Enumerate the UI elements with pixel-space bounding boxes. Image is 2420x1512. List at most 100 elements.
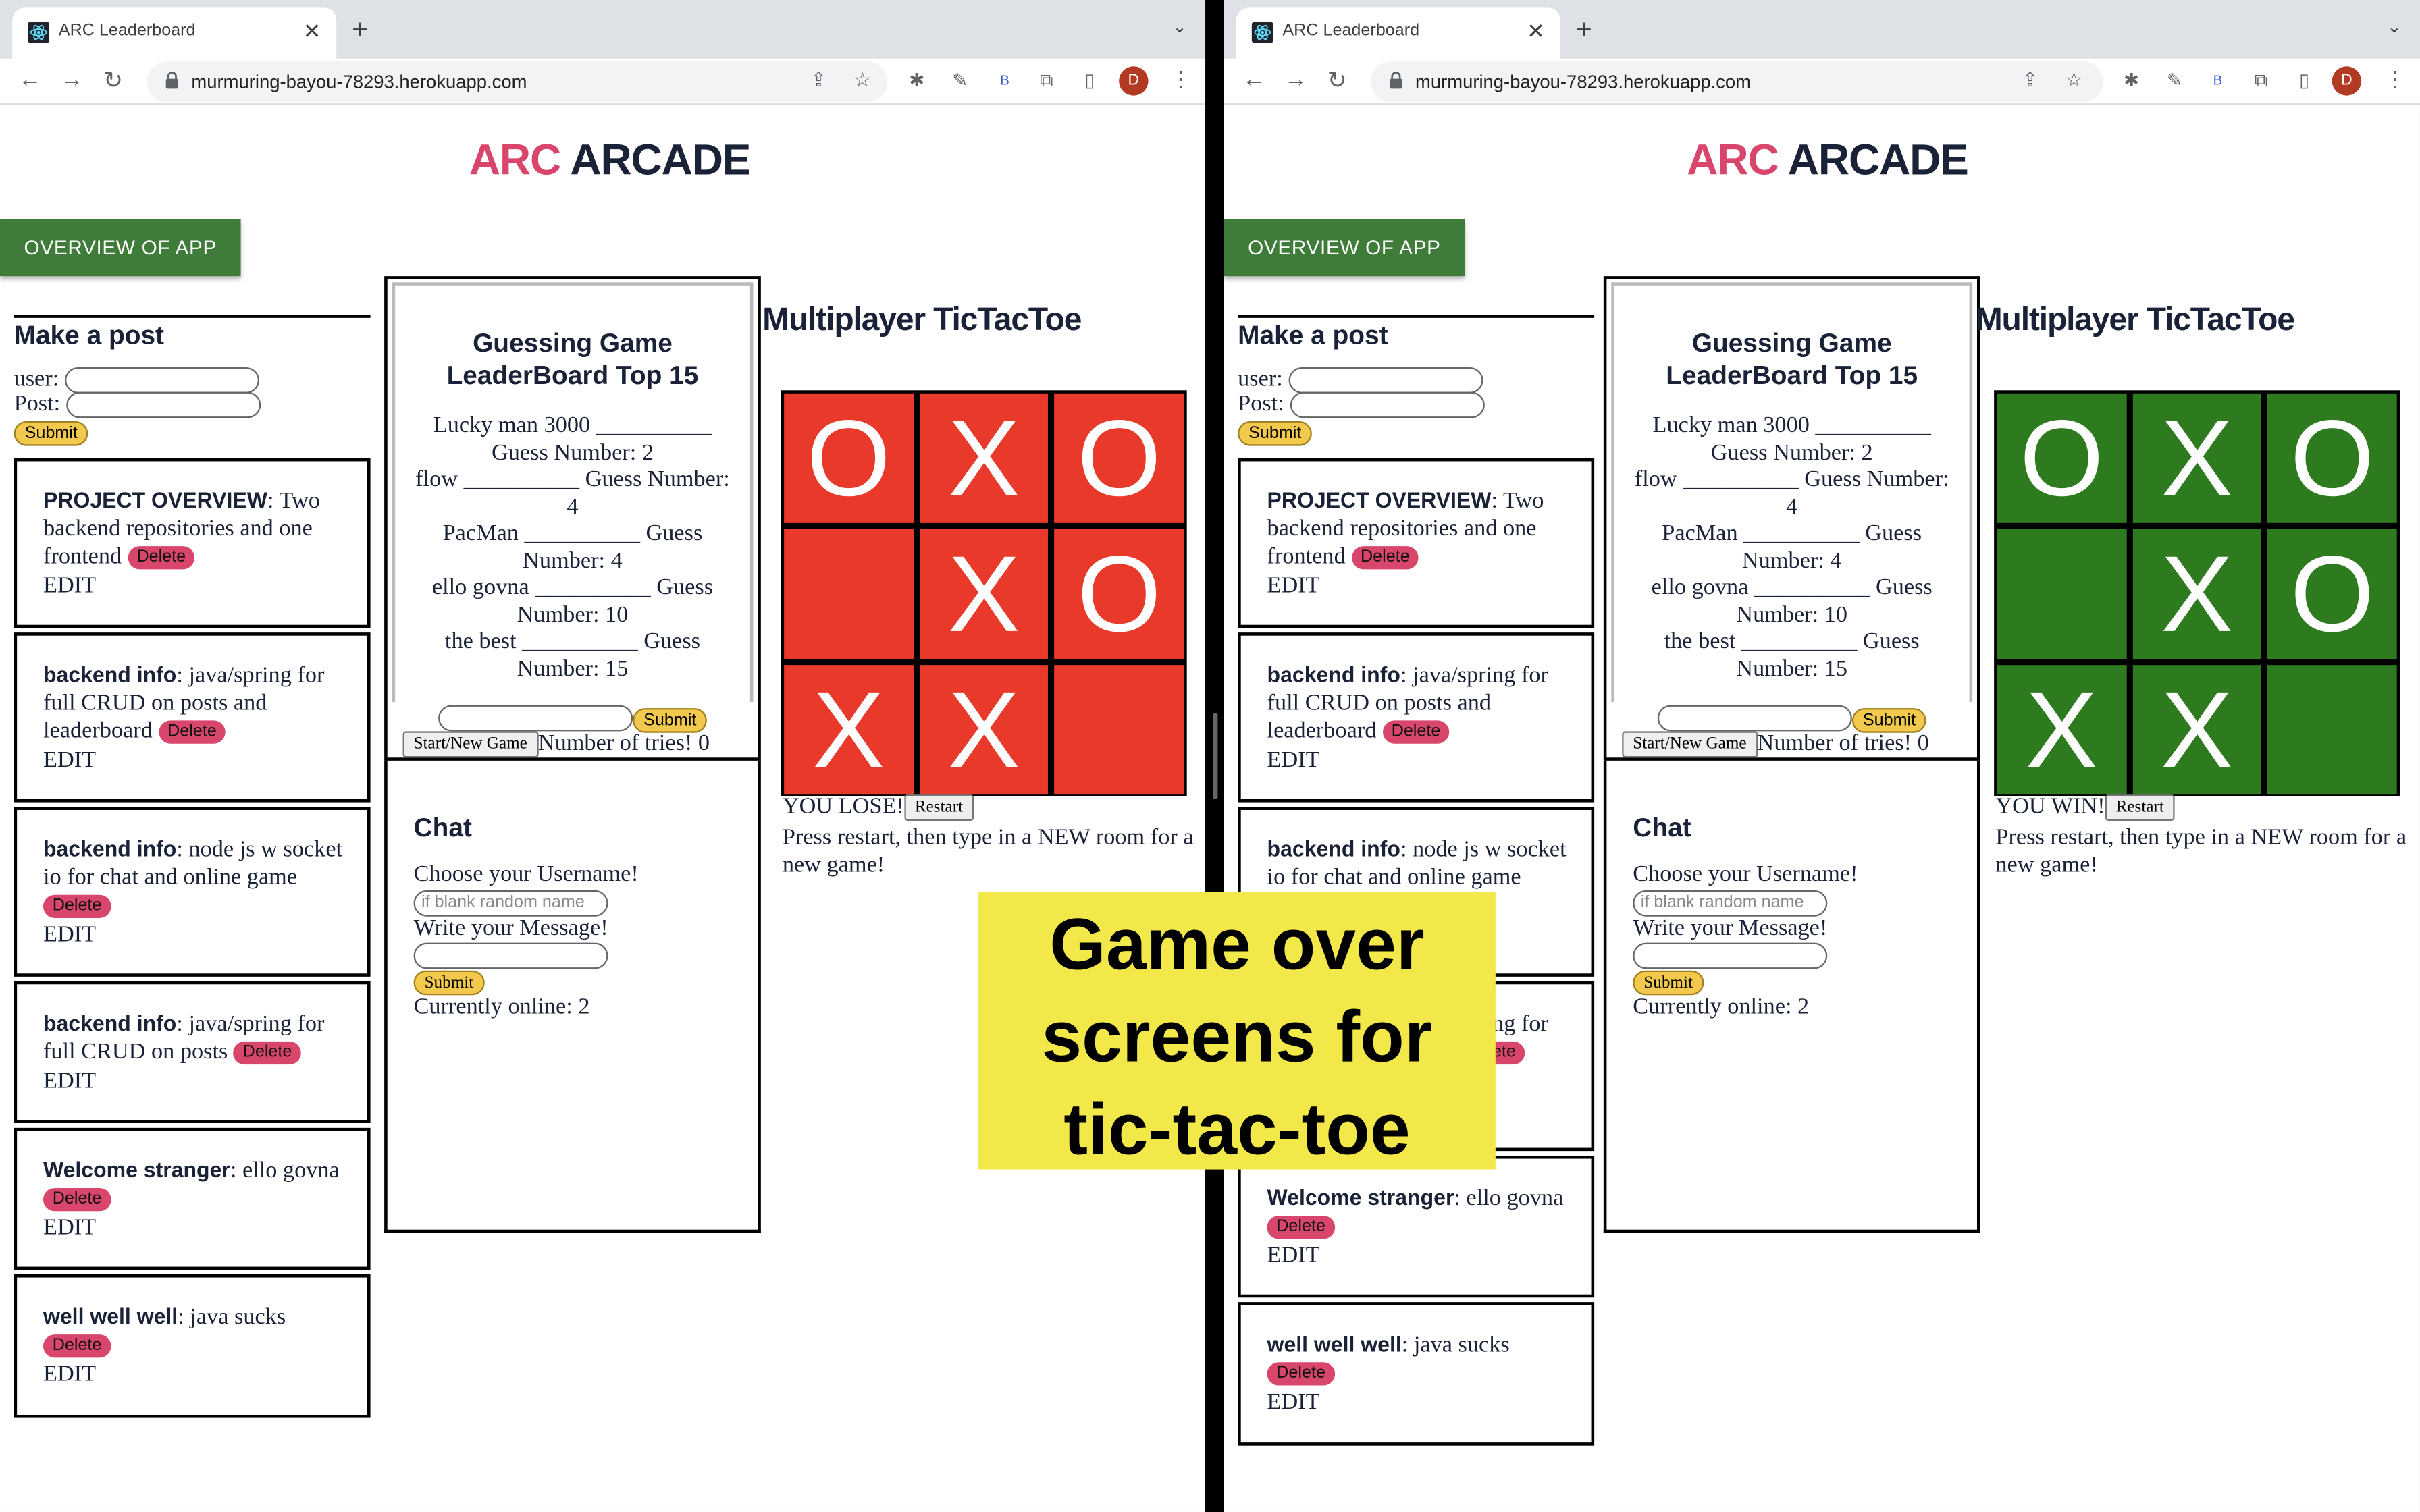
post-input[interactable]: [1290, 392, 1485, 418]
delete-button[interactable]: Delete: [1267, 1216, 1335, 1239]
board-cell[interactable]: O: [2267, 529, 2397, 659]
edit-link[interactable]: EDIT: [1267, 1388, 1576, 1416]
guess-submit-button[interactable]: Submit: [1851, 708, 1927, 733]
delete-button[interactable]: Delete: [43, 1188, 111, 1212]
chat-submit-button[interactable]: Submit: [1633, 970, 1704, 996]
edit-link[interactable]: EDIT: [1267, 1242, 1576, 1270]
board-cell[interactable]: O: [784, 393, 914, 523]
bug-extension-icon[interactable]: ✱: [2119, 68, 2144, 93]
restart-button[interactable]: Restart: [903, 794, 974, 821]
edit-link[interactable]: EDIT: [43, 1214, 352, 1242]
b-extension-icon[interactable]: B: [993, 68, 1018, 93]
board-cell[interactable]: X: [919, 665, 1049, 795]
chevron-down-icon[interactable]: ⌄: [1173, 17, 1187, 36]
resize-handle[interactable]: [1213, 712, 1218, 799]
delete-button[interactable]: Delete: [43, 1334, 111, 1358]
board-cell[interactable]: [1054, 665, 1184, 795]
overview-button[interactable]: OVERVIEW OF APP: [0, 219, 241, 277]
delete-button[interactable]: Delete: [127, 546, 195, 570]
edit-extension-icon[interactable]: ✎: [947, 68, 972, 93]
delete-button[interactable]: Delete: [1351, 546, 1419, 570]
chat-heading: Chat: [413, 813, 472, 842]
user-input[interactable]: [1288, 367, 1483, 394]
profile-avatar[interactable]: D: [2332, 66, 2362, 96]
board-cell[interactable]: X: [919, 393, 1049, 523]
sidepanel-icon[interactable]: ▯: [1077, 68, 1102, 93]
board-cell[interactable]: X: [2132, 665, 2262, 795]
message-input[interactable]: [1633, 942, 1828, 969]
address-bar[interactable]: murmuring-bayou-78293.herokuapp.com ⇪ ☆: [147, 61, 888, 102]
edit-extension-icon[interactable]: ✎: [2162, 68, 2187, 93]
browser-tab[interactable]: ARC Leaderboard ✕: [12, 7, 337, 59]
share-icon[interactable]: ⇪: [810, 68, 827, 93]
star-icon[interactable]: ☆: [2065, 68, 2083, 93]
new-tab-icon[interactable]: +: [1576, 14, 1592, 47]
forward-icon[interactable]: →: [60, 66, 83, 92]
edit-link[interactable]: EDIT: [1267, 747, 1576, 774]
username-input[interactable]: if blank random name: [413, 890, 608, 917]
back-icon[interactable]: ←: [1242, 66, 1265, 92]
board-cell[interactable]: X: [1997, 665, 2126, 795]
star-icon[interactable]: ☆: [853, 68, 872, 93]
edit-link[interactable]: EDIT: [43, 572, 352, 600]
share-icon[interactable]: ⇪: [2022, 68, 2038, 93]
browser-tab[interactable]: ARC Leaderboard ✕: [1236, 7, 1560, 59]
sidepanel-icon[interactable]: ▯: [2292, 68, 2317, 93]
chevron-down-icon[interactable]: ⌄: [2387, 17, 2401, 36]
start-new-game-button[interactable]: Start/New Game: [402, 731, 538, 758]
user-input[interactable]: [64, 367, 259, 394]
board-cell[interactable]: X: [2132, 393, 2262, 523]
b-extension-icon[interactable]: B: [2205, 68, 2230, 93]
board-cell[interactable]: X: [784, 665, 914, 795]
delete-button[interactable]: Delete: [1382, 720, 1450, 744]
username-input[interactable]: if blank random name: [1633, 890, 1828, 917]
board-cell[interactable]: O: [1997, 393, 2126, 523]
edit-link[interactable]: EDIT: [43, 1068, 352, 1096]
edit-link[interactable]: EDIT: [43, 747, 352, 774]
submit-post-button[interactable]: Submit: [14, 421, 88, 446]
delete-button[interactable]: Delete: [43, 894, 111, 919]
menu-dots-icon[interactable]: ⋮: [1170, 66, 1192, 92]
puzzle-extensions-icon[interactable]: ⧉: [1034, 68, 1059, 93]
browser-toolbar: ← → ↻ murmuring-bayou-78293.herokuapp.co…: [1224, 58, 2420, 105]
lock-icon: [165, 72, 178, 89]
new-tab-icon[interactable]: +: [352, 14, 368, 47]
puzzle-extensions-icon[interactable]: ⧉: [2248, 68, 2273, 93]
restart-button[interactable]: Restart: [2105, 794, 2175, 821]
edit-link[interactable]: EDIT: [1267, 572, 1576, 600]
board-cell[interactable]: [2267, 665, 2397, 795]
delete-button[interactable]: Delete: [1267, 1362, 1335, 1386]
bug-extension-icon[interactable]: ✱: [904, 68, 929, 93]
overview-button[interactable]: OVERVIEW OF APP: [1224, 219, 1465, 277]
board-cell[interactable]: X: [919, 529, 1049, 659]
message-input[interactable]: [413, 942, 608, 969]
edit-link[interactable]: EDIT: [43, 1361, 352, 1388]
board-cell[interactable]: [1997, 529, 2126, 659]
delete-button[interactable]: Delete: [158, 720, 226, 744]
reload-icon[interactable]: ↻: [103, 66, 123, 94]
leaderboard-entry: PacMan __________ Guess Number: 4: [442, 521, 703, 574]
back-icon[interactable]: ←: [18, 66, 41, 92]
guess-submit-button[interactable]: Submit: [633, 708, 708, 733]
board-cell[interactable]: X: [2132, 529, 2262, 659]
leaderboard-entry: the best __________ Guess Number: 15: [1664, 629, 1920, 682]
profile-avatar[interactable]: D: [1119, 66, 1149, 96]
reload-icon[interactable]: ↻: [1327, 66, 1347, 94]
delete-button[interactable]: Delete: [233, 1041, 302, 1065]
address-bar[interactable]: murmuring-bayou-78293.herokuapp.com ⇪ ☆: [1370, 61, 2104, 102]
close-tab-icon[interactable]: ✕: [303, 18, 321, 45]
menu-dots-icon[interactable]: ⋮: [2384, 66, 2406, 92]
forward-icon[interactable]: →: [1284, 66, 1307, 92]
close-tab-icon[interactable]: ✕: [1527, 18, 1545, 45]
edit-link[interactable]: EDIT: [43, 921, 352, 949]
board-cell[interactable]: [784, 529, 914, 659]
submit-post-button[interactable]: Submit: [1238, 421, 1313, 446]
guess-input[interactable]: [438, 705, 633, 732]
board-cell[interactable]: O: [1054, 529, 1184, 659]
chat-submit-button[interactable]: Submit: [413, 970, 485, 996]
board-cell[interactable]: O: [1054, 393, 1184, 523]
post-input[interactable]: [65, 392, 261, 418]
board-cell[interactable]: O: [2267, 393, 2397, 523]
guess-input[interactable]: [1657, 705, 1852, 732]
start-new-game-button[interactable]: Start/New Game: [1622, 731, 1758, 758]
